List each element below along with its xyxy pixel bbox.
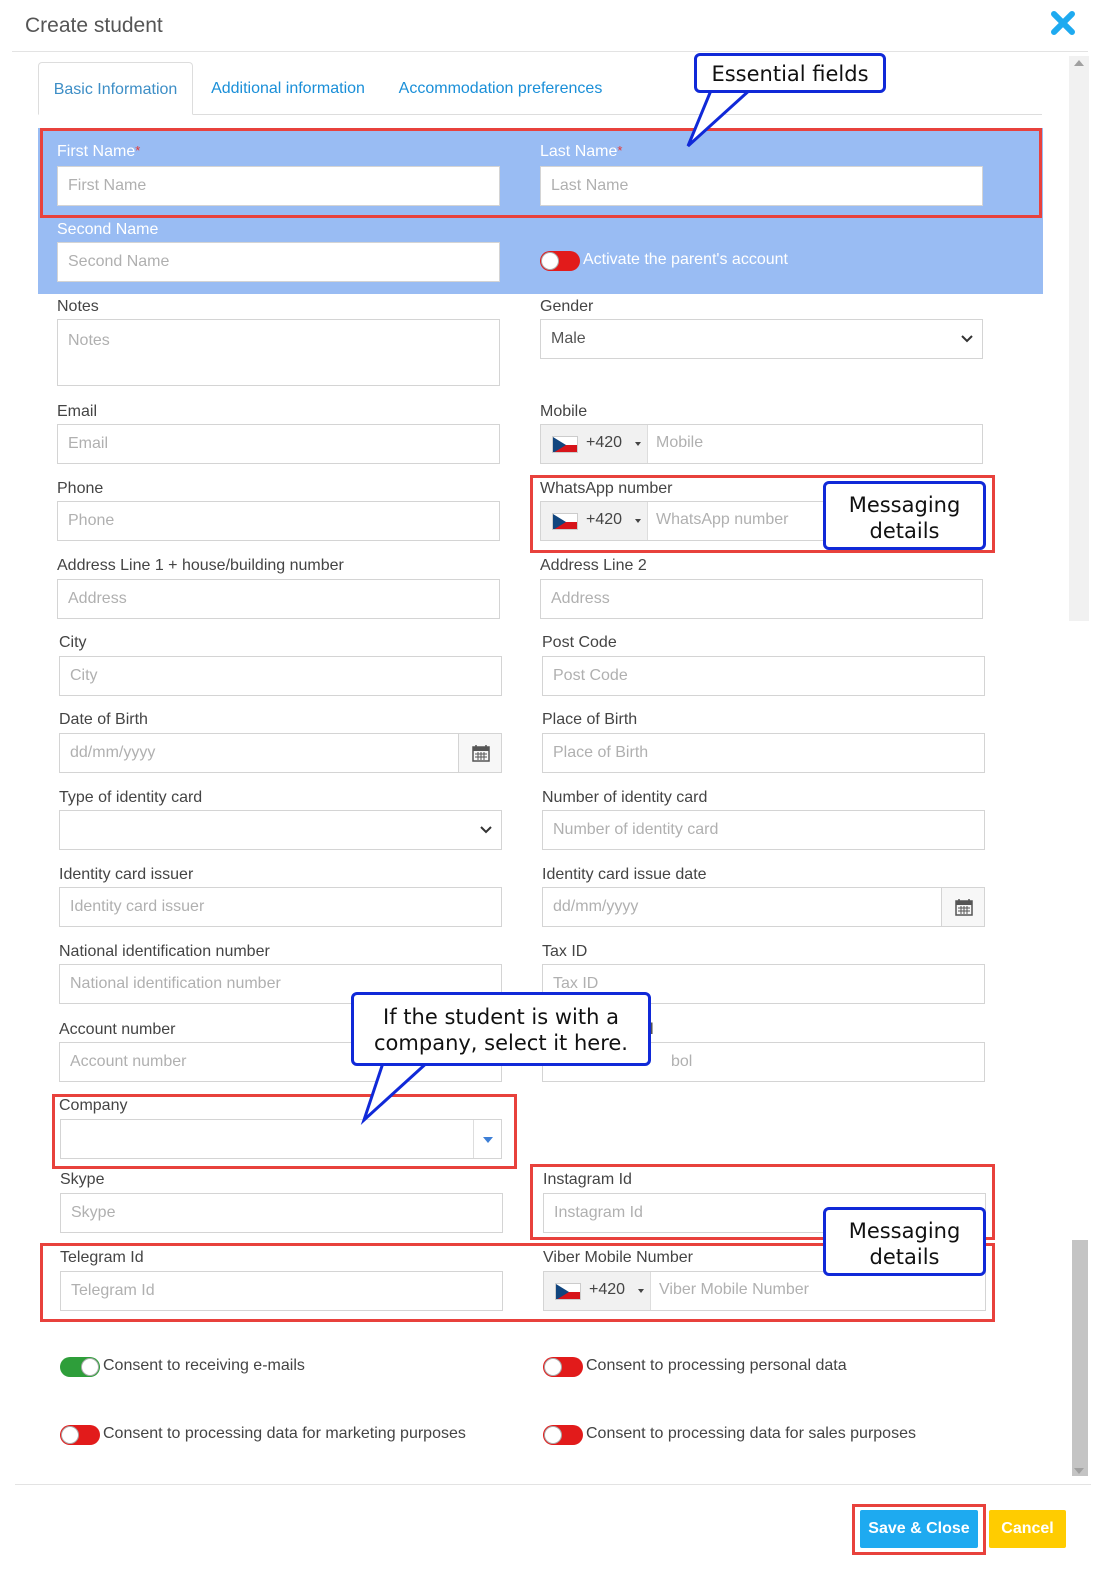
second-name-label: Second Name <box>57 221 159 238</box>
mobile-field[interactable]: +420 Mobile <box>540 424 983 464</box>
callout-pointer <box>686 86 754 148</box>
parent-account-label: Activate the parent's account <box>583 251 788 268</box>
calendar-button[interactable] <box>458 734 501 772</box>
city-label: City <box>59 634 87 651</box>
address2-label: Address Line 2 <box>540 557 647 574</box>
callout-pointer <box>360 1058 432 1125</box>
consent-personal-data-toggle[interactable] <box>543 1357 583 1377</box>
calendar-button[interactable] <box>941 888 984 926</box>
skype-field[interactable]: Skype <box>60 1193 503 1233</box>
chevron-down-icon <box>480 826 492 834</box>
city-field[interactable]: City <box>59 656 502 696</box>
country-code-selector[interactable]: +420 <box>541 425 648 463</box>
company-callout: If the student is with a company, select… <box>351 992 651 1066</box>
consent-marketing-label: Consent to processing data for marketing… <box>103 1425 466 1442</box>
gender-label: Gender <box>540 298 594 315</box>
toggle-knob <box>81 1358 99 1376</box>
consent-emails-label: Consent to receiving e-mails <box>103 1357 305 1374</box>
id-type-label: Type of identity card <box>59 789 203 806</box>
mobile-placeholder: Mobile <box>656 434 704 451</box>
phone-field[interactable]: Phone <box>57 501 500 541</box>
consent-marketing-toggle[interactable] <box>60 1425 100 1445</box>
notes-label: Notes <box>57 298 99 315</box>
essential-fields-callout: Essential fields <box>694 53 886 93</box>
scroll-down-icon[interactable] <box>1074 1468 1084 1474</box>
email-label: Email <box>57 403 98 420</box>
tax-id-label: Tax ID <box>542 943 588 960</box>
tab-accommodation-preferences[interactable]: Accommodation preferences <box>388 62 613 115</box>
post-code-label: Post Code <box>542 634 617 651</box>
footer-divider <box>15 1484 1091 1485</box>
second-name-field[interactable]: Second Name <box>57 242 500 282</box>
id-issue-date-field[interactable]: dd/mm/yyyy <box>542 887 985 927</box>
skype-label: Skype <box>60 1171 105 1188</box>
company-callout-line: company, select it here. <box>374 1031 628 1055</box>
parent-account-toggle[interactable] <box>540 251 580 271</box>
tab-basic-information[interactable]: Basic Information <box>38 62 193 115</box>
tab-bar: Basic Information Additional information… <box>38 62 1042 115</box>
consent-personal-data-label: Consent to processing personal data <box>586 1357 847 1374</box>
messaging-details-callout: Messaging details <box>823 481 986 550</box>
id-issue-date-label: Identity card issue date <box>542 866 707 883</box>
account-number-label: Account number <box>59 1021 176 1038</box>
dialog-header: Create student <box>12 0 1088 52</box>
messaging-details-callout: Messaging details <box>823 1207 986 1276</box>
id-type-select[interactable] <box>59 810 502 850</box>
address1-label: Address Line 1 + house/building number <box>57 557 344 574</box>
id-issuer-field[interactable]: Identity card issuer <box>59 887 502 927</box>
scrollbar-track <box>1069 56 1089 621</box>
tab-additional-information[interactable]: Additional information <box>198 62 378 115</box>
place-of-birth-field[interactable]: Place of Birth <box>542 733 985 773</box>
address2-field[interactable]: Address <box>540 579 983 619</box>
scrollbar[interactable] <box>1069 56 1089 1484</box>
cancel-button[interactable]: Cancel <box>989 1510 1066 1548</box>
calendar-icon <box>955 899 973 916</box>
scroll-up-icon[interactable] <box>1074 60 1084 66</box>
consent-sales-label: Consent to processing data for sales pur… <box>586 1425 916 1442</box>
mobile-label: Mobile <box>540 403 588 420</box>
post-code-field[interactable]: Post Code <box>542 656 985 696</box>
id-number-label: Number of identity card <box>542 789 708 806</box>
chevron-down-icon <box>961 335 973 343</box>
toggle-knob <box>541 252 559 270</box>
scrollbar-thumb[interactable] <box>1072 1240 1088 1476</box>
calendar-icon <box>472 745 490 762</box>
close-icon[interactable] <box>1048 8 1078 38</box>
company-highlight <box>52 1094 517 1169</box>
place-of-birth-label: Place of Birth <box>542 711 638 728</box>
toggle-knob <box>61 1426 79 1444</box>
consent-emails-toggle[interactable] <box>60 1357 100 1377</box>
phone-label: Phone <box>57 480 104 497</box>
gender-select[interactable]: Male <box>540 319 983 359</box>
toggle-knob <box>544 1426 562 1444</box>
id-number-field[interactable]: Number of identity card <box>542 810 985 850</box>
consent-sales-toggle[interactable] <box>543 1425 583 1445</box>
toggle-knob <box>544 1358 562 1376</box>
caret-down-icon <box>635 442 641 446</box>
dob-field[interactable]: dd/mm/yyyy <box>59 733 502 773</box>
address1-field[interactable]: Address <box>57 579 500 619</box>
dialog-title: Create student <box>25 14 163 37</box>
save-button-highlight <box>852 1504 986 1555</box>
czech-flag-icon <box>552 436 578 453</box>
essential-fields-highlight <box>40 128 1042 218</box>
dob-label: Date of Birth <box>59 711 148 728</box>
id-issuer-label: Identity card issuer <box>59 866 194 883</box>
email-field[interactable]: Email <box>57 424 500 464</box>
dial-code: +420 <box>586 434 623 451</box>
national-id-label: National identification number <box>59 943 270 960</box>
notes-field[interactable]: Notes <box>57 319 500 386</box>
company-callout-line: If the student is with a <box>383 1005 619 1029</box>
